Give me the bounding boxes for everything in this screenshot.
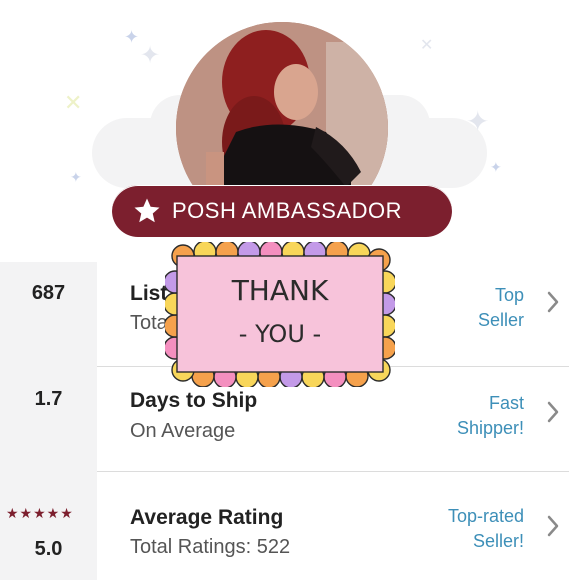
stat-badge-line: Shipper! bbox=[456, 418, 524, 438]
stat-value: 687 bbox=[31, 282, 66, 304]
stat-badge-line: Fast bbox=[488, 393, 524, 413]
stat-badge-line: Seller bbox=[477, 310, 524, 330]
stat-subtitle: Tota bbox=[130, 312, 168, 334]
stat-badge-line: Seller! bbox=[472, 531, 524, 551]
stat-value: 1.7 bbox=[34, 388, 63, 410]
sparkle-icon: ✦ bbox=[466, 106, 490, 137]
sparkle-icon: ✕ bbox=[64, 90, 83, 115]
chevron-right-icon[interactable] bbox=[546, 290, 560, 314]
sticker-line-thank: THANK bbox=[231, 274, 329, 307]
sticker-line-you: - YOU - bbox=[239, 320, 321, 348]
stat-subtitle: On Average bbox=[130, 420, 236, 442]
badge-label: POSH AMBASSADOR bbox=[172, 198, 403, 223]
sparkle-icon: ✦ bbox=[490, 159, 502, 175]
stat-badge[interactable]: Fast Shipper! bbox=[457, 391, 524, 441]
sparkle-icon: ✦ bbox=[124, 27, 140, 47]
stat-title: Average Rating bbox=[130, 506, 284, 529]
rating-stars: ★★★★★ bbox=[6, 505, 74, 521]
stat-badge[interactable]: Top-rated Seller! bbox=[448, 504, 524, 554]
chevron-right-icon[interactable] bbox=[546, 400, 560, 424]
stat-title: List bbox=[130, 282, 168, 305]
stat-badge[interactable]: Top Seller bbox=[478, 283, 524, 333]
thank-you-sticker: THANK - YOU - bbox=[165, 242, 395, 387]
profile-header: ✦ ✦ ✕ ✦ ✕ ✦ ✦ POSH AMBASSADOR bbox=[0, 0, 580, 262]
sparkle-icon: ✦ bbox=[70, 169, 82, 185]
stat-row-average-rating[interactable]: ★★★★★ 5.0 Average Rating Total Ratings: … bbox=[0, 472, 580, 576]
stat-subtitle: Total Ratings: 522 bbox=[130, 536, 291, 558]
posh-ambassador-badge: POSH AMBASSADOR bbox=[112, 185, 452, 237]
stat-value: 5.0 bbox=[34, 538, 63, 560]
stat-title: Days to Ship bbox=[130, 389, 258, 412]
star-icon bbox=[134, 198, 160, 223]
sparkle-icon: ✕ bbox=[420, 37, 434, 54]
chevron-right-icon[interactable] bbox=[546, 514, 560, 538]
sparkle-icon: ✦ bbox=[140, 42, 161, 69]
stat-badge-line: Top-rated bbox=[447, 506, 524, 526]
stat-badge-line: Top bbox=[494, 285, 524, 305]
